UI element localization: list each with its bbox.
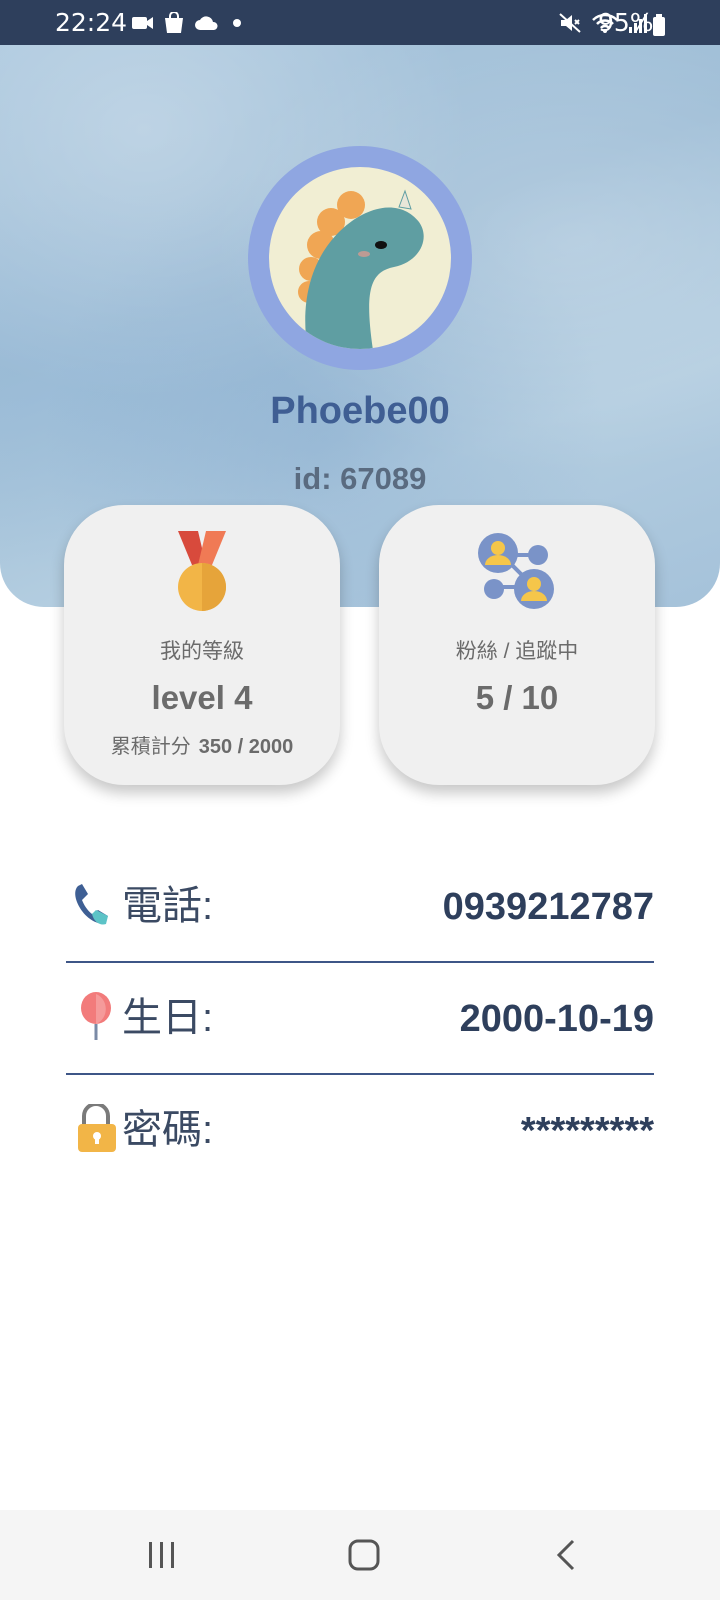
user-id: id: 67089 [293,461,427,496]
password-value[interactable]: ********* [521,1108,654,1154]
phone-value[interactable]: 0939212787 [443,884,654,930]
level-card-icon-wrap [64,531,340,613]
network-icon [478,533,554,609]
back-icon [556,1539,575,1571]
status-time: 22:24 [55,8,128,37]
dot-icon [233,19,241,27]
level-value: level 4 [151,679,253,716]
points-label: 累積計分 [110,736,191,758]
lock-icon [78,1104,116,1152]
divider [66,1073,654,1075]
social-card[interactable]: 粉絲 / 追蹤中 5 / 10 [379,505,655,785]
level-card[interactable]: 我的等級 level 4 累積計分 350 / 2000 [64,505,340,785]
points-value: 350 / 2000 [198,736,294,758]
phone-row: 電話: 0939212787 [66,866,654,946]
home-icon [348,1539,380,1571]
recent-apps-icon [149,1542,174,1568]
social-card-icon-wrap [379,531,655,613]
avatar[interactable] [269,167,451,349]
phone-icon [75,884,108,925]
cloud-icon [195,16,218,30]
divider [66,961,654,963]
battery-percent: 95% [598,8,654,37]
status-bar: 22:24 95% [0,0,720,45]
status-icons-left [132,12,244,34]
birthday-value[interactable]: 2000-10-19 [460,996,654,1042]
navigation-bar [0,1510,720,1600]
username: Phoebe00 [270,390,450,432]
avatar-ring [248,146,472,370]
battery-icon [653,14,665,36]
password-label: 密碼: [122,1108,214,1152]
recent-apps-button[interactable] [132,1532,192,1578]
social-caption: 粉絲 / 追蹤中 [455,640,579,663]
points-row: 累積計分 350 / 2000 [64,734,340,760]
password-row: 密碼: ********* [66,1090,654,1170]
social-value: 5 / 10 [475,679,559,716]
back-button[interactable] [536,1532,596,1578]
dinosaur-avatar-icon [298,189,424,349]
birthday-label: 生日: [122,996,214,1040]
phone-label: 電話: [122,884,214,928]
balloon-icon [81,992,111,1040]
level-caption: 我的等級 [160,640,244,663]
medal-icon [178,531,226,611]
video-icon [132,17,153,29]
birthday-row: 生日: 2000-10-19 [66,978,654,1058]
home-button[interactable] [334,1532,394,1578]
mute-icon [559,13,581,33]
shopping-bag-icon [165,12,183,33]
